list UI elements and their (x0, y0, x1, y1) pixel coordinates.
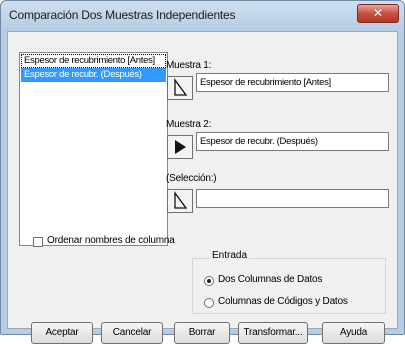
list-item[interactable]: Espesor de recubrimiento [Antes] (21, 54, 166, 68)
radio-codigos-datos-label: Columnas de Códigos y Datos (218, 296, 348, 307)
seleccion-field[interactable] (196, 189, 389, 208)
arrow-outline-icon (174, 191, 188, 209)
ordenar-checkbox[interactable] (33, 237, 43, 247)
muestra2-field[interactable]: Espesor de recubr. (Después) (196, 132, 389, 151)
close-button[interactable]: ✕ (357, 4, 399, 23)
list-item[interactable]: Espesor de recubr. (Después) (21, 68, 166, 82)
cancelar-button[interactable]: Cancelar (101, 322, 163, 344)
ordenar-label: Ordenar nombres de columna (47, 235, 175, 246)
ayuda-button[interactable]: Ayuda (322, 322, 385, 344)
muestra1-arrow-button[interactable] (167, 76, 193, 100)
muestra2-label: Muestra 2: (166, 119, 212, 130)
seleccion-arrow-button[interactable] (167, 189, 193, 213)
seleccion-label: (Selección:) (166, 173, 217, 184)
arrow-outline-icon (174, 78, 188, 96)
variable-list[interactable]: Espesor de recubrimiento [Antes] Espesor… (19, 52, 168, 246)
muestra1-label: Muestra 1: (166, 60, 212, 71)
radio-codigos-datos[interactable] (204, 298, 214, 308)
entrada-title: Entrada (210, 250, 250, 261)
dialog-body: Espesor de recubrimiento [Antes] Espesor… (7, 31, 398, 344)
muestra1-field[interactable]: Espesor de recubrimiento [Antes] (196, 73, 389, 92)
title-bar[interactable]: Comparación Dos Muestras Independientes … (1, 1, 404, 31)
arrow-filled-icon (175, 140, 186, 154)
aceptar-button[interactable]: Aceptar (31, 322, 93, 344)
muestra2-arrow-button[interactable] (167, 135, 193, 159)
radio-dos-columnas-label: Dos Columnas de Datos (218, 274, 323, 285)
close-icon: ✕ (372, 6, 384, 20)
transformar-button[interactable]: Transformar... (238, 322, 308, 344)
borrar-button[interactable]: Borrar (174, 322, 230, 344)
window-title: Comparación Dos Muestras Independientes (9, 8, 236, 22)
dialog-window: Comparación Dos Muestras Independientes … (0, 0, 405, 344)
radio-dos-columnas[interactable] (204, 276, 214, 286)
